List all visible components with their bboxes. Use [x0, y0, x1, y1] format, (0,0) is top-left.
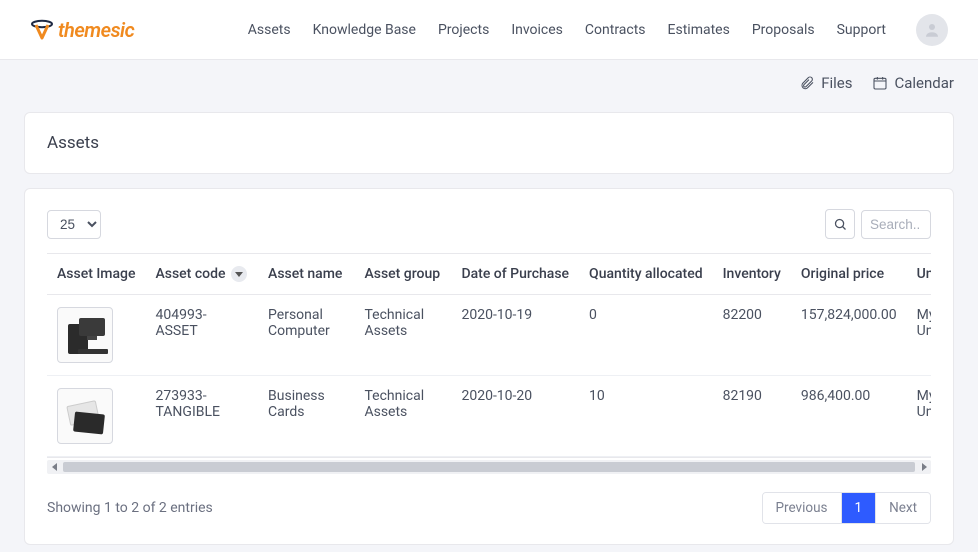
table-controls: 25 [47, 209, 931, 239]
scroll-right-icon[interactable] [919, 462, 929, 472]
pager-next[interactable]: Next [875, 493, 930, 523]
cell-asset-group: Technical Assets [354, 295, 451, 376]
entries-info: Showing 1 to 2 of 2 entries [47, 500, 213, 516]
calendar-link[interactable]: Calendar [872, 74, 954, 92]
table-row[interactable]: 273933-TANGIBLE Business Cards Technical… [47, 376, 931, 457]
nav-support[interactable]: Support [837, 22, 886, 38]
page-title-card: Assets [24, 112, 954, 174]
pager-page-1[interactable]: 1 [841, 493, 876, 523]
main-nav: Assets Knowledge Base Projects Invoices … [248, 14, 948, 46]
cell-asset-code: 404993-ASSET [145, 295, 258, 376]
user-icon [923, 21, 941, 39]
page-length-select[interactable]: 25 [47, 210, 101, 239]
nav-estimates[interactable]: Estimates [668, 22, 730, 38]
sub-toolbar: Files Calendar [0, 60, 978, 98]
col-date-of-purchase[interactable]: Date of Purchase [451, 254, 579, 295]
cell-date-of-purchase: 2020-10-20 [451, 376, 579, 457]
user-avatar[interactable] [916, 14, 948, 46]
paperclip-icon [799, 75, 815, 91]
col-asset-name[interactable]: Asset name [258, 254, 354, 295]
col-asset-image[interactable]: Asset Image [47, 254, 145, 295]
col-asset-code[interactable]: Asset code [145, 254, 258, 295]
cell-asset-code: 273933-TANGIBLE [145, 376, 258, 457]
cell-unit: My Unit [907, 295, 931, 376]
col-original-price[interactable]: Original price [791, 254, 907, 295]
cell-original-price: 986,400.00 [791, 376, 907, 457]
assets-table: Asset Image Asset code Asset name Asset … [47, 254, 931, 457]
cell-asset-name: Business Cards [258, 376, 354, 457]
files-link[interactable]: Files [799, 74, 852, 92]
nav-knowledge-base[interactable]: Knowledge Base [313, 22, 416, 38]
search-input[interactable] [861, 210, 931, 239]
cell-inventory: 82190 [713, 376, 791, 457]
asset-thumbnail[interactable] [57, 388, 113, 444]
cell-quantity-allocated: 0 [579, 295, 713, 376]
col-asset-group[interactable]: Asset group [354, 254, 451, 295]
cell-unit: My Unit [907, 376, 931, 457]
brand-logo[interactable]: themesic [30, 18, 134, 42]
cell-original-price: 157,824,000.00 [791, 295, 907, 376]
calendar-label: Calendar [894, 74, 954, 92]
pager-previous[interactable]: Previous [763, 493, 841, 523]
nav-projects[interactable]: Projects [438, 22, 489, 38]
brand-name: themesic [58, 18, 134, 42]
scroll-thumb[interactable] [63, 462, 915, 472]
cell-quantity-allocated: 10 [579, 376, 713, 457]
cell-asset-image [47, 376, 145, 457]
nav-proposals[interactable]: Proposals [752, 22, 815, 38]
cell-date-of-purchase: 2020-10-19 [451, 295, 579, 376]
files-label: Files [821, 74, 852, 92]
scroll-left-icon[interactable] [49, 462, 59, 472]
pagination: Previous 1 Next [762, 492, 931, 524]
page-title: Assets [25, 113, 953, 173]
table-row[interactable]: 404993-ASSET Personal Computer Technical… [47, 295, 931, 376]
table-footer: Showing 1 to 2 of 2 entries Previous 1 N… [47, 474, 931, 524]
assets-table-card: 25 Asset Image Asset code [24, 188, 954, 545]
table-scroll[interactable]: Asset Image Asset code Asset name Asset … [47, 253, 931, 458]
cell-asset-name: Personal Computer [258, 295, 354, 376]
calendar-icon [872, 75, 888, 91]
search-button[interactable] [825, 209, 855, 239]
col-unit[interactable]: Unit [907, 254, 931, 295]
horizontal-scrollbar[interactable] [47, 460, 931, 474]
asset-thumbnail[interactable] [57, 307, 113, 363]
nav-contracts[interactable]: Contracts [585, 22, 646, 38]
brand-icon [30, 18, 54, 42]
col-quantity-allocated[interactable]: Quantity allocated [579, 254, 713, 295]
nav-invoices[interactable]: Invoices [511, 22, 563, 38]
sort-desc-icon [231, 266, 247, 282]
top-navbar: themesic Assets Knowledge Base Projects … [0, 0, 978, 60]
nav-assets[interactable]: Assets [248, 22, 291, 38]
cell-asset-image [47, 295, 145, 376]
cell-asset-group: Technical Assets [354, 376, 451, 457]
col-inventory[interactable]: Inventory [713, 254, 791, 295]
search-icon [833, 217, 848, 232]
cell-inventory: 82200 [713, 295, 791, 376]
